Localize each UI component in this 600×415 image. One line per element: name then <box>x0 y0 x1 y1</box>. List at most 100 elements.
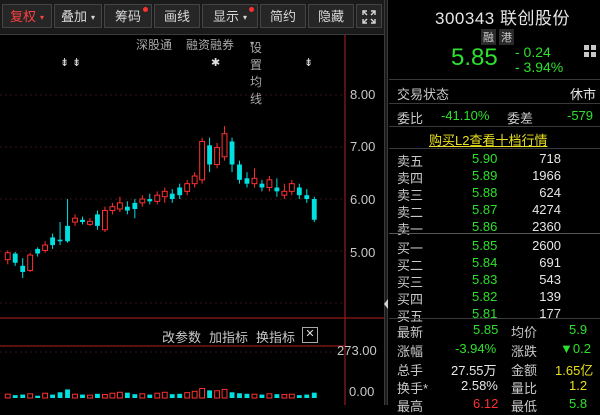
level-price: 5.89 <box>472 168 498 183</box>
button-label: 隐藏 <box>317 9 344 24</box>
bid-row[interactable]: 买三 5.83 543 <box>389 271 600 290</box>
event-star-icon[interactable]: ✱ <box>211 56 220 69</box>
candle <box>20 258 26 279</box>
draw-line-button[interactable]: 画线 <box>154 4 200 28</box>
stat-label: 最新 <box>397 325 424 340</box>
overlay-button[interactable]: 叠加 ▾ <box>54 4 102 28</box>
candle-body <box>12 253 18 263</box>
stat-label: 总手 <box>397 363 424 378</box>
volume-bar <box>116 391 123 399</box>
volume-bar <box>12 395 18 398</box>
margin-link[interactable]: 融资融券 <box>186 36 234 53</box>
candle-body <box>57 239 63 242</box>
ask-row[interactable]: 卖五 5.90 718 <box>389 150 600 169</box>
volume-bar <box>72 393 78 399</box>
fullscreen-button[interactable] <box>356 4 382 28</box>
stat-value: 1.2 <box>569 378 588 393</box>
display-button[interactable]: 显示 ▾ <box>202 4 258 28</box>
chevron-down-icon: ▾ <box>250 39 255 48</box>
candle <box>221 126 228 161</box>
candle-body <box>101 210 108 231</box>
event-marker-icon[interactable]: ⇟ <box>60 56 69 69</box>
collapse-arrow-icon[interactable] <box>384 296 388 312</box>
stat-label: 最低 <box>511 399 538 414</box>
volume-bar <box>184 392 191 399</box>
event-marker-icon[interactable]: ⇟ <box>72 56 81 69</box>
candle-body <box>154 194 161 202</box>
price-change-pct: - 3.94% <box>515 59 564 75</box>
level-volume: 624 <box>539 185 561 200</box>
button-label: 显示 <box>212 9 239 24</box>
ask-row[interactable]: 卖二 5.87 4274 <box>389 201 600 220</box>
level-price: 5.84 <box>472 255 498 270</box>
ask-row[interactable]: 卖四 5.89 1966 <box>389 167 600 186</box>
candle-body <box>259 183 265 188</box>
level-price: 5.87 <box>472 202 498 217</box>
candle-body <box>244 178 250 184</box>
stat-value: 5.9 <box>569 322 588 337</box>
bid-row[interactable]: 买一 5.85 2600 <box>389 237 600 256</box>
volume-bar <box>154 392 161 399</box>
candle-body <box>147 199 153 202</box>
close-indicator-icon[interactable]: ✕ <box>302 327 318 343</box>
level-volume: 2600 <box>532 238 561 253</box>
volume-bar <box>304 394 310 398</box>
grid-icon[interactable] <box>584 45 596 57</box>
button-label: 画线 <box>163 9 190 24</box>
grid-lines <box>0 94 345 353</box>
add-indicator-button[interactable]: 加指标 <box>209 327 248 346</box>
candle-body <box>4 252 11 261</box>
volume-bar <box>124 392 130 398</box>
candle-body <box>169 193 175 200</box>
notification-dot-icon <box>249 7 254 12</box>
candle-body <box>184 183 191 192</box>
level-price: 5.82 <box>472 289 498 304</box>
candle-body <box>132 202 138 210</box>
volume-bar <box>109 392 116 399</box>
ask-row[interactable]: 卖三 5.88 624 <box>389 184 600 203</box>
divider <box>389 126 600 127</box>
hide-button[interactable]: 隐藏 <box>308 4 354 28</box>
candle <box>65 199 70 243</box>
volume-bar <box>237 393 242 398</box>
sgt-link[interactable]: 深股通 <box>136 36 172 53</box>
candle <box>57 222 63 246</box>
fuquan-button[interactable]: 复权 ▾ <box>2 4 52 28</box>
candle <box>169 189 175 203</box>
notification-dot-icon <box>143 7 148 12</box>
volume-bar <box>274 394 280 398</box>
edit-params-button[interactable]: 改参数 <box>162 327 201 346</box>
event-marker-icon[interactable]: ⇟ <box>304 56 313 69</box>
candle-body <box>42 244 49 251</box>
volume-bar <box>65 389 70 398</box>
price-change: - 0.24 <box>515 44 551 60</box>
stat-value: 1.65亿 <box>555 363 594 378</box>
candle <box>95 210 100 230</box>
candle-body <box>288 183 295 192</box>
candle-body <box>20 265 26 272</box>
simple-button[interactable]: 简约 <box>260 4 306 28</box>
volume-bar <box>87 394 93 399</box>
stat-label: 换手* <box>397 381 429 396</box>
level-price: 5.86 <box>472 219 498 234</box>
panel-splitter[interactable] <box>384 0 388 405</box>
volume-bar <box>50 394 56 398</box>
candle-body <box>266 179 273 189</box>
candle <box>259 179 265 192</box>
stat-value: 2.58% <box>461 378 498 393</box>
switch-indicator-button[interactable]: 换指标 <box>256 327 295 346</box>
level-volume: 4274 <box>532 202 561 217</box>
candle-body <box>50 237 56 246</box>
buy-l2-link[interactable]: 购买L2查看十档行情 <box>429 130 547 149</box>
chips-button[interactable]: 筹码 <box>104 4 152 28</box>
candle <box>288 179 295 196</box>
candle-body <box>207 145 213 165</box>
candle <box>199 137 206 184</box>
volume-bar <box>132 394 138 398</box>
candle <box>207 137 213 173</box>
bid-row[interactable]: 买二 5.84 691 <box>389 254 600 273</box>
bid-row[interactable]: 买四 5.82 139 <box>389 288 600 307</box>
candle-body <box>221 133 228 158</box>
stat-value: ▼0.2 <box>560 341 591 356</box>
bid-row[interactable]: 买五 5.81 177 <box>389 305 600 324</box>
